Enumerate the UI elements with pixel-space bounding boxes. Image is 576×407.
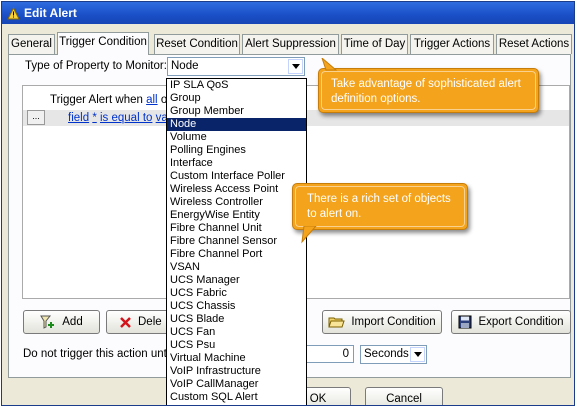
dropdown-option[interactable]: Interface [167, 157, 306, 170]
cancel-button[interactable]: Cancel [365, 387, 443, 405]
dropdown-option[interactable]: VoIP Infrastructure [167, 365, 306, 378]
dropdown-option[interactable]: EnergyWise Entity [167, 209, 306, 222]
field-link[interactable]: field [68, 112, 89, 124]
operator-link[interactable]: is equal to [100, 112, 152, 124]
dropdown-option[interactable]: UCS Fabric [167, 287, 306, 300]
dropdown-option[interactable]: IP SLA QoS [167, 79, 306, 92]
dropdown-option[interactable]: Node [167, 118, 306, 131]
dropdown-option[interactable]: Custom Interface Poller [167, 170, 306, 183]
dropdown-option[interactable]: UCS Fan [167, 326, 306, 339]
property-type-dropdown-list[interactable]: IP SLA QoS Group Group Member Node Volume Pol… [166, 78, 307, 405]
tab-trigger-actions[interactable]: Trigger Actions [410, 34, 494, 54]
title-bar: Edit Alert [2, 2, 574, 24]
dropdown-option[interactable]: Volume [167, 131, 306, 144]
chevron-down-icon[interactable] [288, 59, 303, 74]
property-type-value: Node [171, 60, 199, 72]
trigger-delay-unit-select[interactable]: Seconds [360, 345, 427, 364]
property-type-label: Type of Property to Monitor: [25, 60, 167, 72]
delete-button[interactable]: Dele [106, 310, 172, 334]
chevron-down-icon[interactable] [410, 347, 425, 362]
dropdown-option[interactable]: VSAN [167, 261, 306, 274]
dropdown-option[interactable]: Polling Engines [167, 144, 306, 157]
dropdown-option[interactable]: Group [167, 92, 306, 105]
tab-strip: General Trigger Condition Reset Conditio… [8, 32, 572, 55]
property-type-select[interactable]: Node [167, 57, 305, 76]
dropdown-option[interactable]: Wireless Access Point [167, 183, 306, 196]
trigger-delay-label: Do not trigger this action until c [23, 348, 181, 360]
edit-alert-window: Edit Alert General Trigger Condition Res… [1, 1, 575, 406]
dropdown-option[interactable]: Custom SQL Alert [167, 391, 306, 404]
dropdown-option[interactable]: UCS Psu [167, 339, 306, 352]
dropdown-option[interactable]: Wireless Controller [167, 196, 306, 209]
callout-pointer-middle [301, 226, 317, 244]
condition-header: Trigger Alert when all of [50, 94, 170, 106]
row-menu-button[interactable]: ... [27, 110, 45, 125]
dropdown-option[interactable]: UCS Chassis [167, 300, 306, 313]
alert-app-icon [6, 6, 20, 20]
trigger-delay-unit-value: Seconds [364, 348, 409, 360]
tab-time-of-day[interactable]: Time of Day [341, 34, 408, 54]
trigger-delay-input[interactable]: 0 [302, 345, 354, 363]
tab-general[interactable]: General [8, 34, 55, 54]
tab-alert-suppression[interactable]: Alert Suppression [242, 34, 339, 54]
callout-rich-objects: There is a rich set of objects to alert … [292, 183, 468, 230]
add-button[interactable]: Add [23, 310, 100, 334]
condition-expression: field * is equal to va [68, 112, 168, 124]
star-link[interactable]: * [92, 112, 96, 124]
dropdown-option[interactable]: Group Member [167, 105, 306, 118]
tab-trigger-condition[interactable]: Trigger Condition [57, 32, 149, 55]
import-condition-button[interactable]: Import Condition [322, 310, 442, 334]
dropdown-option[interactable]: Fibre Channel Port [167, 248, 306, 261]
dropdown-option[interactable]: VoIP CallManager [167, 378, 306, 391]
callout-pointer-top [321, 58, 338, 71]
window-title: Edit Alert [24, 6, 77, 20]
dropdown-option[interactable]: Fibre Channel Unit [167, 222, 306, 235]
delete-icon [120, 316, 131, 328]
dropdown-option[interactable]: UCS Blade [167, 313, 306, 326]
export-condition-button[interactable]: Export Condition [451, 310, 571, 334]
all-link[interactable]: all [146, 94, 158, 106]
dropdown-option[interactable]: UCS Manager [167, 274, 306, 287]
callout-sophisticated-options: Take advantage of sophisticated alert de… [318, 68, 539, 113]
dropdown-option[interactable]: Virtual Machine [167, 352, 306, 365]
folder-open-icon [328, 317, 346, 328]
add-condition-icon [40, 315, 55, 329]
save-disk-icon [458, 315, 472, 329]
dropdown-option[interactable]: Fibre Channel Sensor [167, 235, 306, 248]
tab-reset-condition[interactable]: Reset Condition [154, 34, 240, 54]
tab-reset-actions[interactable]: Reset Actions [496, 34, 572, 54]
